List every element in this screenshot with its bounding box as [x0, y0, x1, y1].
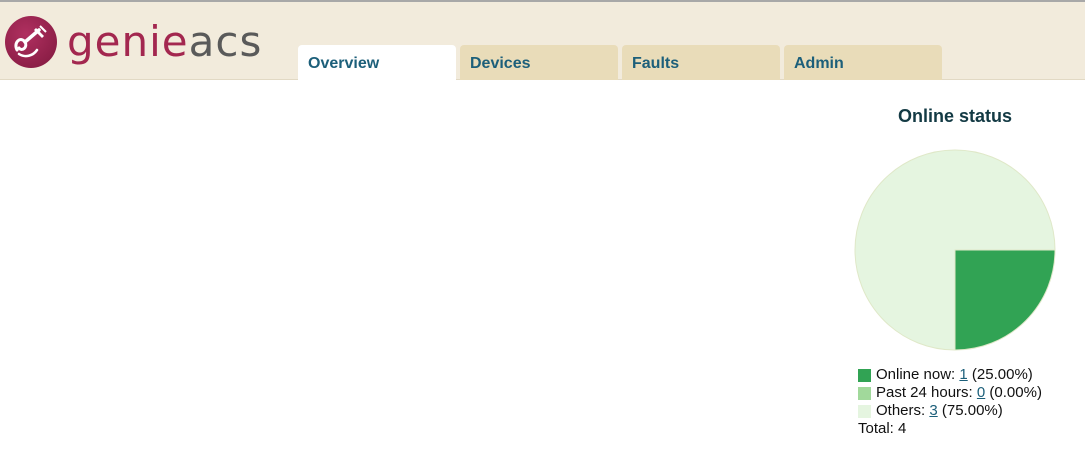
legend-others-label: Others: [876, 402, 926, 419]
main-tabs: Overview Devices Faults Admin [298, 45, 946, 83]
pie-slice-online-now[interactable] [954, 249, 1056, 351]
legend-online-pct: (25.00%) [971, 366, 1033, 383]
tab-admin[interactable]: Admin [784, 45, 942, 82]
chart-legend: Online now: 1 (25.00%) Past 24 hours: 0 … [858, 366, 1042, 438]
legend-item-past-24-hours: Past 24 hours: 0 (0.00%) [858, 384, 1042, 402]
tab-overview[interactable]: Overview [298, 45, 456, 83]
logo-icon [5, 16, 57, 68]
online-status-pie-chart [854, 149, 1056, 351]
legend-others-pct: (75.00%) [941, 402, 1003, 419]
logo-acs-text: acs [188, 17, 263, 66]
logo-genie-text: genie [67, 17, 189, 66]
chart-title: Online status [897, 106, 1013, 126]
legend-past-pct: (0.00%) [989, 384, 1042, 401]
logo-text: genieacs [67, 16, 262, 68]
past-24-hours-swatch [858, 386, 871, 400]
genieacs-logo[interactable]: genieacs [5, 14, 262, 70]
others-swatch [858, 404, 871, 418]
legend-item-others: Others: 3 (75.00%) [858, 402, 1042, 420]
legend-online-label: Online now: [876, 366, 956, 383]
header: genieacs Overview Devices Faults Admin [0, 2, 1085, 83]
tab-faults[interactable]: Faults [622, 45, 780, 82]
legend-past-label: Past 24 hours: [876, 384, 973, 401]
legend-item-online-now: Online now: 1 (25.00%) [858, 366, 1042, 384]
online-now-count-link[interactable]: 1 [959, 366, 967, 384]
others-count-link[interactable]: 3 [929, 402, 937, 420]
online-now-swatch [858, 368, 871, 382]
legend-total: Total: 4 [858, 420, 907, 437]
overview-content: Online status Online now: 1 (25.00%) Pas… [0, 80, 1085, 452]
past-24-hours-count-link[interactable]: 0 [977, 384, 985, 402]
tab-devices[interactable]: Devices [460, 45, 618, 82]
